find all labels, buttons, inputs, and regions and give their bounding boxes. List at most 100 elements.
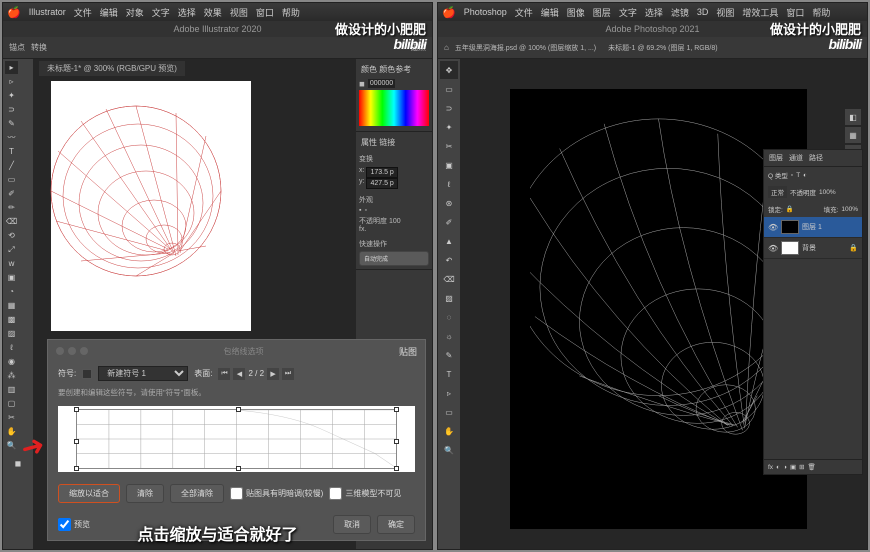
y-input[interactable] — [366, 178, 398, 189]
layers-tab[interactable]: 图层 — [769, 153, 783, 163]
group-icon[interactable]: ▣ — [790, 463, 796, 471]
layer-row[interactable]: 👁 图层 1 — [764, 217, 862, 238]
gradient-tool-icon[interactable]: ▨ — [440, 289, 458, 307]
fx-icon[interactable]: fx — [768, 464, 773, 471]
eraser-tool-icon[interactable]: ⌫ — [5, 215, 18, 228]
symbol-spray-icon[interactable]: ⁂ — [5, 369, 18, 382]
wand-tool-icon[interactable]: ✦ — [5, 89, 18, 102]
ai-doc-tab[interactable]: 未标题-1* @ 300% (RGB/GPU 预览) — [39, 61, 185, 76]
apple-icon[interactable]: 🍎 — [442, 6, 456, 19]
slice-tool-icon[interactable]: ✂ — [5, 411, 18, 424]
filter-icon[interactable]: T — [796, 172, 800, 179]
ps-menu[interactable]: 图层 — [593, 6, 611, 19]
filter-icon[interactable]: ▫ — [791, 172, 793, 179]
move-tool-icon[interactable]: ✥ — [440, 61, 458, 79]
symbol-select[interactable]: 新建符号 1 — [98, 366, 188, 381]
stamp-tool-icon[interactable]: ▲ — [440, 232, 458, 250]
ps-menu[interactable]: 帮助 — [812, 6, 830, 19]
pen-tool-icon[interactable]: ✎ — [440, 346, 458, 364]
ps-menu[interactable]: 滤镜 — [671, 6, 689, 19]
pen-tool-icon[interactable]: ✎ — [5, 117, 18, 130]
eyedropper-tool-icon[interactable]: ℓ — [440, 175, 458, 193]
eyedropper-tool-icon[interactable]: ℓ — [5, 341, 18, 354]
apple-icon[interactable]: 🍎 — [7, 6, 21, 19]
rect-tool-icon[interactable]: ▭ — [5, 173, 18, 186]
invisible-checkbox[interactable]: 三维模型不可见 — [329, 487, 401, 500]
scale-to-fit-button[interactable]: 缩放以适合 — [58, 484, 120, 503]
gradient-tool-icon[interactable]: ▨ — [5, 327, 18, 340]
ai-menu[interactable]: 窗口 — [256, 6, 274, 19]
hand-tool-icon[interactable]: ✋ — [440, 422, 458, 440]
first-page-icon[interactable]: ⏮ — [218, 368, 230, 380]
paths-tab[interactable]: 路径 — [809, 153, 823, 163]
clear-all-button[interactable]: 全部清除 — [170, 484, 224, 503]
mask-icon[interactable]: ◐ — [776, 464, 780, 471]
home-icon[interactable]: ⌂ — [444, 43, 449, 52]
ai-menu[interactable]: 文字 — [152, 6, 170, 19]
blend-tool-icon[interactable]: ◉ — [5, 355, 18, 368]
ai-menu[interactable]: 对象 — [126, 6, 144, 19]
hand-tool-icon[interactable]: ✋ — [5, 425, 18, 438]
ps-menu[interactable]: 选择 — [645, 6, 663, 19]
curve-tool-icon[interactable]: 〰 — [5, 131, 18, 144]
type-tool-icon[interactable]: T — [5, 145, 18, 158]
clear-button[interactable]: 清除 — [126, 484, 164, 503]
fill-icon[interactable]: ▪ — [359, 207, 361, 214]
eraser-tool-icon[interactable]: ⌫ — [440, 270, 458, 288]
marquee-tool-icon[interactable]: ▭ — [440, 80, 458, 98]
ai-menu[interactable]: 文件 — [74, 6, 92, 19]
brush-tool-icon[interactable]: ✐ — [440, 213, 458, 231]
mesh-tool-icon[interactable]: ▩ — [5, 313, 18, 326]
envelope-preview[interactable] — [58, 406, 415, 472]
auto-btn[interactable]: 自动完成 — [359, 251, 429, 266]
prev-page-icon[interactable]: ◀ — [233, 368, 245, 380]
shade-checkbox[interactable]: 贴图具有明暗调(较慢) — [230, 487, 323, 500]
type-tool-icon[interactable]: T — [440, 365, 458, 383]
zoom-tool-icon[interactable]: 🔍 — [440, 441, 458, 459]
free-transform-icon[interactable]: ▣ — [5, 271, 18, 284]
traffic-lights[interactable] — [56, 347, 88, 355]
trash-icon[interactable]: 🗑 — [808, 463, 816, 471]
ps-menu[interactable]: 3D — [697, 7, 709, 17]
graph-tool-icon[interactable]: ▥ — [5, 383, 18, 396]
fill-swatch-icon[interactable]: ◼ — [359, 80, 365, 88]
scale-tool-icon[interactable]: ⤢ — [5, 243, 18, 256]
selection-tool-icon[interactable]: ▸ — [5, 61, 18, 74]
heal-tool-icon[interactable]: ⊛ — [440, 194, 458, 212]
stroke-icon[interactable]: ▫ — [364, 207, 366, 214]
hex-input[interactable]: 000000 — [368, 79, 395, 88]
layer-row[interactable]: 👁 背景 🔒 — [764, 238, 862, 259]
filter-icon[interactable]: ◐ — [803, 172, 807, 179]
brush-tool-icon[interactable]: ✐ — [5, 187, 18, 200]
adjustment-icon[interactable]: ◑ — [783, 464, 787, 471]
ps-menu[interactable]: 窗口 — [786, 6, 804, 19]
ok-button[interactable]: 确定 — [377, 515, 415, 534]
x-input[interactable] — [366, 167, 398, 178]
lasso-tool-icon[interactable]: ⊃ — [5, 103, 18, 116]
history-brush-icon[interactable]: ↶ — [440, 251, 458, 269]
crop-tool-icon[interactable]: ✂ — [440, 137, 458, 155]
lasso-tool-icon[interactable]: ⊃ — [440, 99, 458, 117]
preview-checkbox[interactable]: 预览 — [58, 518, 90, 531]
ps-menu[interactable]: 编辑 — [541, 6, 559, 19]
ai-menu[interactable]: 编辑 — [100, 6, 118, 19]
wand-tool-icon[interactable]: ✦ — [440, 118, 458, 136]
ps-menu[interactable]: 增效工具 — [742, 6, 778, 19]
zoom-tool-icon[interactable]: 🔍 — [5, 439, 18, 452]
cancel-button[interactable]: 取消 — [333, 515, 371, 534]
ps-menu[interactable]: 视图 — [716, 6, 734, 19]
visibility-icon[interactable]: 👁 — [768, 244, 778, 253]
ai-menu[interactable]: 效果 — [204, 6, 222, 19]
path-tool-icon[interactable]: ▹ — [440, 384, 458, 402]
direct-select-tool-icon[interactable]: ▹ — [5, 75, 18, 88]
symbol-swatch[interactable] — [82, 369, 92, 379]
rotate-tool-icon[interactable]: ⟲ — [5, 229, 18, 242]
ai-menu[interactable]: 选择 — [178, 6, 196, 19]
ai-menu[interactable]: 视图 — [230, 6, 248, 19]
artboard-tool-icon[interactable]: ▢ — [5, 397, 18, 410]
line-tool-icon[interactable]: ╱ — [5, 159, 18, 172]
perspective-tool-icon[interactable]: ▦ — [5, 299, 18, 312]
ps-menu[interactable]: 文字 — [619, 6, 637, 19]
pencil-tool-icon[interactable]: ✏ — [5, 201, 18, 214]
visibility-icon[interactable]: 👁 — [768, 223, 778, 232]
